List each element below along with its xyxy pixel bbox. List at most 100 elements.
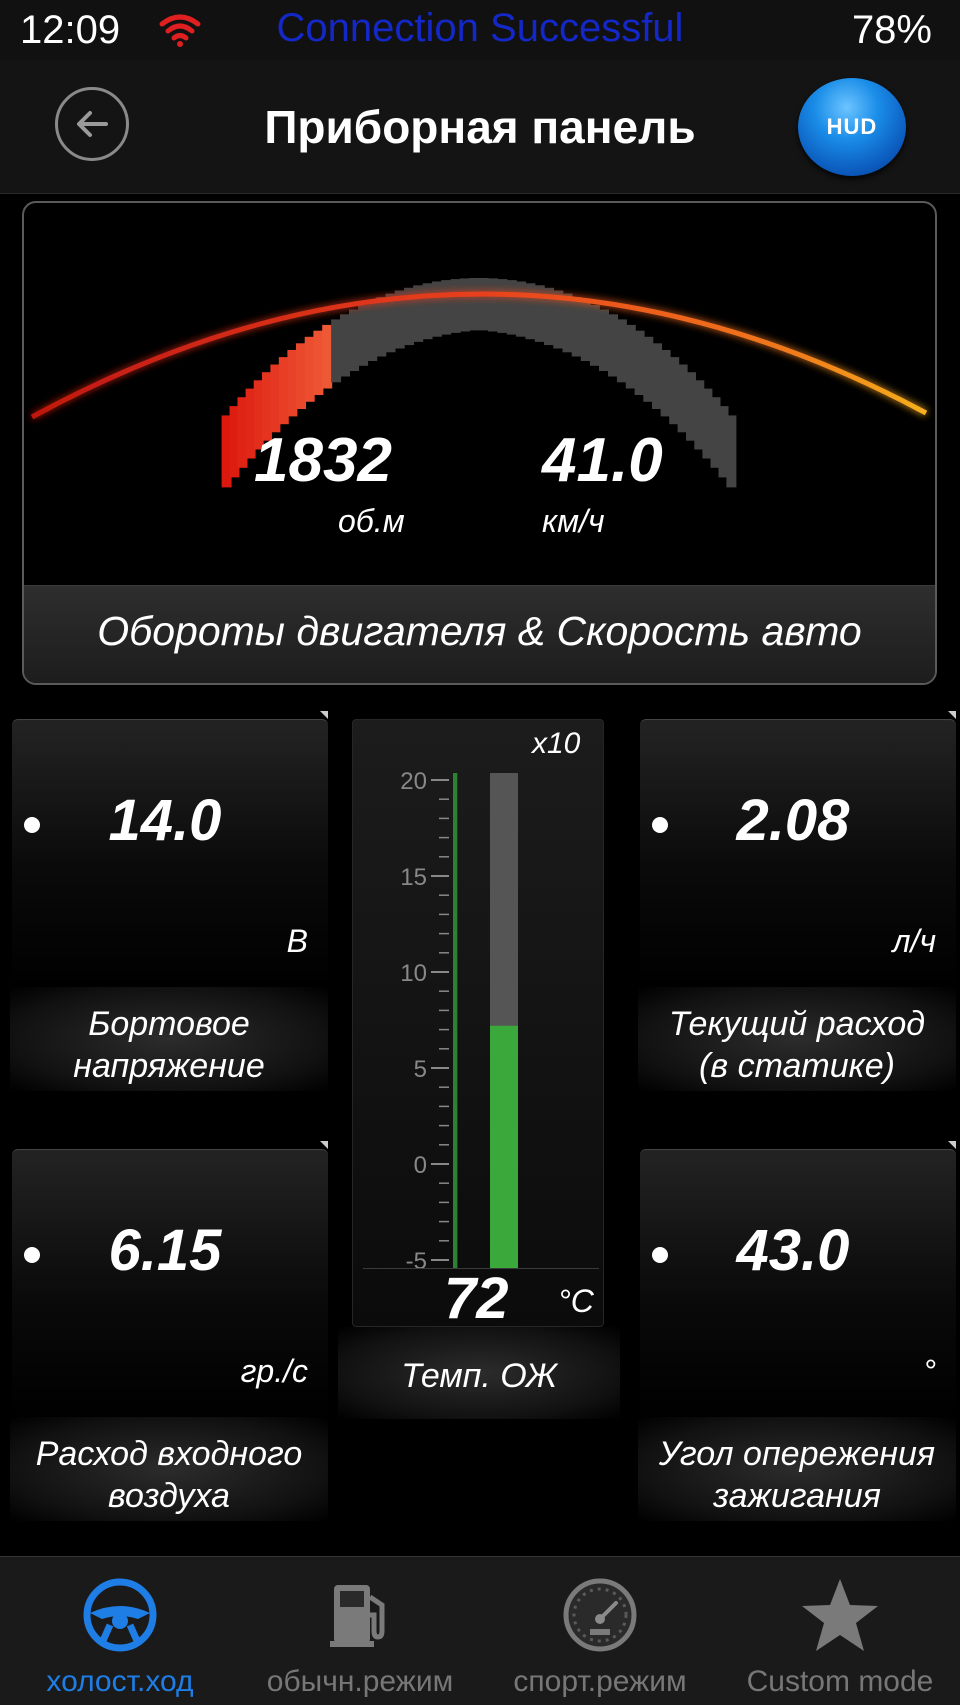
tab-label: холост.ход — [46, 1665, 194, 1698]
coolant-temp-value: 72 — [444, 1266, 509, 1331]
rpm-segment — [726, 415, 737, 488]
rpm-segment — [422, 283, 433, 340]
air-label-line1: Расход входного — [35, 1435, 303, 1473]
ignition-timing-tile[interactable]: 43.0 ° Угол опережения зажигания — [628, 1135, 958, 1555]
rpm-segment — [516, 281, 527, 337]
rpm-segment — [525, 283, 536, 340]
tile-label-bar: Бортовое напряжение — [10, 987, 328, 1091]
thermometer-scale: 20151050-5 — [400, 768, 518, 1275]
fuel-consumption-label: Текущий расход (в статике) — [638, 1003, 956, 1087]
voltage-value: 14.0 — [108, 788, 222, 853]
tile-corner-marker — [320, 1141, 328, 1149]
tile-label-bar: Расход входного воздуха — [10, 1417, 328, 1521]
rpm-segment-active — [287, 350, 298, 417]
tab-normal[interactable]: обычн.режим — [240, 1557, 480, 1705]
air-label-line2: воздуха — [108, 1477, 230, 1515]
rpm-segment — [643, 336, 654, 402]
rpm-segment — [562, 293, 573, 353]
rpm-segment — [589, 305, 600, 366]
rpm-segment — [580, 300, 591, 361]
steering-wheel-icon — [83, 1578, 157, 1652]
ignition-timing-label: Угол опережения зажигания — [638, 1433, 956, 1517]
fuel-consumption-value: 2.08 — [736, 788, 850, 853]
header: Приборная панель HUD — [0, 60, 960, 194]
rpm-segment — [571, 297, 582, 357]
timing-label-line2: зажигания — [713, 1477, 881, 1515]
voltage-label-line2: напряжение — [73, 1047, 265, 1085]
air-flow-unit: гр./с — [240, 1353, 308, 1389]
scale-tick-label: 20 — [400, 768, 427, 795]
rpm-segment-active — [278, 357, 289, 425]
air-flow-tile[interactable]: 6.15 гр./с Расход входного воздуха — [0, 1135, 330, 1555]
rpm-segment — [358, 305, 369, 366]
thermometer-fill — [490, 1025, 518, 1268]
tile-corner-marker — [948, 711, 956, 719]
tab-label: Custom mode — [746, 1665, 934, 1698]
rpm-value: 1832 — [254, 426, 392, 495]
fuel-pump-icon — [330, 1585, 385, 1647]
coolant-temp-label: Темп. ОЖ — [401, 1357, 557, 1395]
tile-corner-marker — [320, 711, 328, 719]
ignition-timing-value: 43.0 — [736, 1218, 850, 1283]
rpm-segment-active — [322, 324, 333, 389]
thermometer-label-bar: Темп. ОЖ — [338, 1327, 620, 1419]
rpm-segment — [469, 278, 480, 331]
fuel-consumption-unit: л/ч — [892, 923, 937, 959]
scale-tick-label: 0 — [414, 1152, 427, 1179]
rpm-segment — [376, 297, 387, 357]
scale-tick-label: 15 — [400, 864, 427, 891]
fuel-consumption-tile[interactable]: 2.08 л/ч Текущий расход (в статике) — [628, 705, 958, 1125]
tab-custom[interactable]: Custom mode — [720, 1557, 960, 1705]
tab-sport[interactable]: спорт.режим — [480, 1557, 720, 1705]
connection-status: Connection Successful — [276, 6, 684, 50]
rpm-segment — [478, 278, 489, 331]
fuel-label-line2: (в статике) — [699, 1047, 895, 1085]
voltage-tile[interactable]: 14.0 В Бортовое напряжение — [0, 705, 330, 1125]
rpm-segment — [431, 281, 442, 337]
rpm-segment — [349, 309, 359, 371]
scale-tick-label: 10 — [400, 960, 427, 987]
gauge-label-bar: Обороты двигателя & Скорость авто — [24, 585, 935, 683]
rpm-segment — [367, 300, 378, 361]
rpm-speed-gauge: 1832 об.м 41.0 км/ч Обороты двигателя & … — [22, 201, 937, 685]
tab-label: обычн.режим — [266, 1665, 454, 1698]
scale-guide-line-glow — [453, 773, 457, 1268]
tile-corner-marker — [948, 1141, 956, 1149]
coolant-temp-unit: °C — [558, 1283, 594, 1319]
status-bar: 12:09 Connection Successful 78% — [0, 0, 960, 60]
voltage-unit: В — [286, 923, 308, 959]
hud-button[interactable]: HUD — [798, 78, 906, 176]
speed-value: 41.0 — [542, 426, 663, 495]
star-icon — [802, 1579, 878, 1651]
tab-bar: холост.ход обычн.режим спорт.режим Custo… — [0, 1556, 960, 1705]
rpm-segment — [660, 350, 671, 417]
timing-label-line1: Угол опережения — [658, 1435, 936, 1473]
rpm-segment — [340, 314, 350, 377]
rpm-arc — [30, 278, 928, 488]
gauge-label: Обороты двигателя & Скорость авто — [97, 608, 862, 654]
rpm-segment — [506, 280, 517, 335]
tile-label-bar: Угол опережения зажигания — [638, 1417, 956, 1521]
rpm-segment — [616, 319, 627, 383]
battery-level: 78% — [851, 8, 932, 52]
rpm-segment — [488, 278, 499, 332]
speed-unit: км/ч — [542, 503, 605, 539]
tab-idle[interactable]: холост.ход — [0, 1557, 240, 1705]
scale-tick-label: 5 — [414, 1056, 427, 1083]
speedometer-icon — [563, 1578, 637, 1652]
rpm-segment-active — [296, 343, 306, 409]
rpm-unit: об.м — [338, 503, 405, 539]
rpm-segment — [634, 330, 645, 395]
rpm-segment — [497, 279, 508, 333]
air-flow-label: Расход входного воздуха — [10, 1433, 328, 1517]
coolant-temp-gauge[interactable]: 20 15 10 5 0 -5 x10 72 °C Темп. ОЖ — [338, 705, 620, 1419]
rpm-segment — [459, 278, 470, 332]
voltage-label-line1: Бортовое — [88, 1005, 250, 1043]
rpm-segment — [385, 293, 396, 353]
rpm-segment-active — [304, 336, 315, 402]
air-flow-value: 6.15 — [108, 1218, 222, 1283]
rpm-segment — [331, 319, 342, 383]
thermometer-multiplier: x10 — [532, 727, 581, 760]
voltage-label: Бортовое напряжение — [10, 1003, 328, 1087]
fuel-label-line1: Текущий расход — [668, 1005, 926, 1043]
